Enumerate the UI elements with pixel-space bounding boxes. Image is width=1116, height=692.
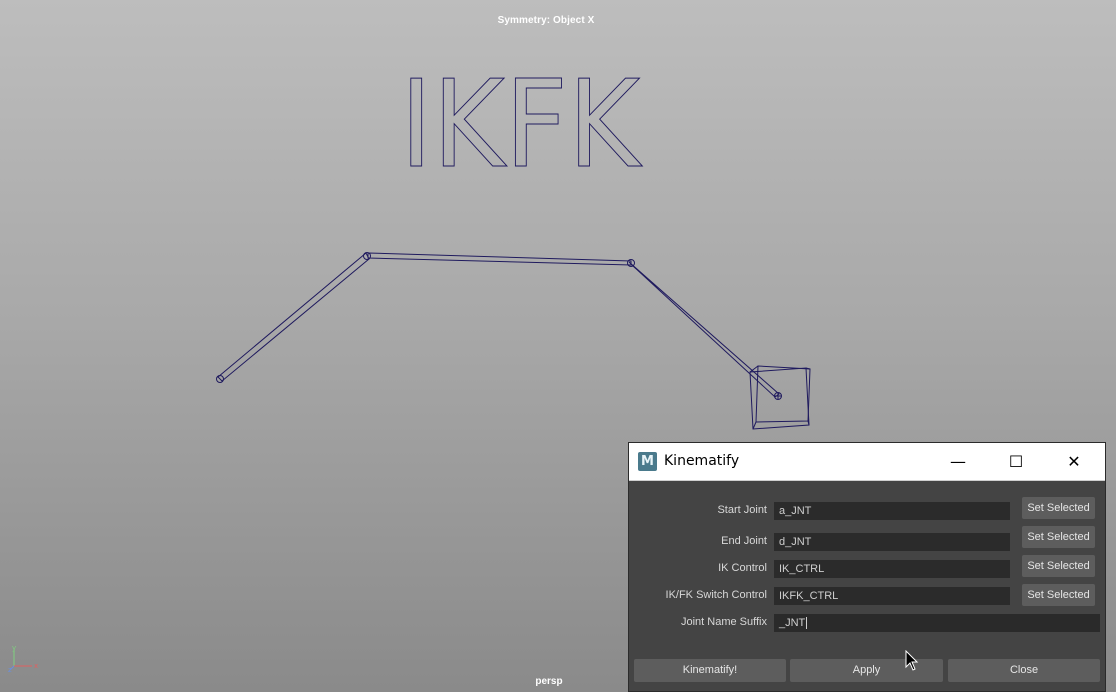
ik-control-field[interactable]: IK_CTRL [774, 560, 1010, 578]
end-joint-set-button[interactable]: Set Selected [1022, 526, 1095, 548]
ikfk-switch-set-button[interactable]: Set Selected [1022, 584, 1095, 606]
apply-button[interactable]: Apply [790, 659, 943, 682]
ik-control-cube[interactable] [749, 365, 811, 430]
axis-gizmo-icon: y x z [8, 644, 38, 674]
maximize-icon: ☐ [1008, 452, 1024, 471]
mouse-cursor-icon [905, 650, 919, 671]
maximize-button[interactable]: ☐ [993, 443, 1039, 480]
ik-control-set-button[interactable]: Set Selected [1022, 555, 1095, 577]
close-button[interactable]: Close [948, 659, 1100, 682]
maya-app-icon: M [638, 452, 657, 471]
ik-control-label: IK Control [718, 562, 767, 574]
joint-suffix-value: _JNT [779, 617, 806, 629]
bone-c[interactable] [628, 261, 780, 398]
minimize-icon: — [950, 452, 966, 471]
joint-chain[interactable] [216, 252, 782, 400]
ikfk-curve-text[interactable]: IKFK [400, 56, 644, 196]
svg-text:y: y [12, 644, 16, 652]
dialog-titlebar[interactable]: M Kinematify — ☐ ✕ [629, 443, 1105, 481]
end-joint-field[interactable]: d_JNT [774, 533, 1010, 551]
close-icon: ✕ [1067, 452, 1081, 471]
close-window-button[interactable]: ✕ [1051, 443, 1097, 480]
kinematify-dialog: M Kinematify — ☐ ✕ Start Joint a_JNT Set… [628, 442, 1106, 692]
bone-b[interactable] [367, 252, 632, 266]
bone-a[interactable] [217, 252, 370, 382]
ikfk-switch-field[interactable]: IKFK_CTRL [774, 587, 1010, 605]
start-joint-label: Start Joint [717, 504, 767, 516]
svg-text:z: z [8, 666, 12, 674]
joint-suffix-input[interactable]: _JNT [774, 614, 1100, 632]
text-caret [806, 617, 808, 630]
svg-text:x: x [34, 662, 38, 670]
ikfk-switch-label: IK/FK Switch Control [665, 589, 767, 601]
start-joint-field[interactable]: a_JNT [774, 502, 1010, 520]
dialog-title: Kinematify [664, 453, 740, 469]
kinematify-button[interactable]: Kinematify! [634, 659, 786, 682]
joint-suffix-label: Joint Name Suffix [680, 616, 767, 628]
minimize-button[interactable]: — [935, 443, 981, 480]
start-joint-set-button[interactable]: Set Selected [1022, 497, 1095, 519]
end-joint-label: End Joint [721, 535, 767, 547]
